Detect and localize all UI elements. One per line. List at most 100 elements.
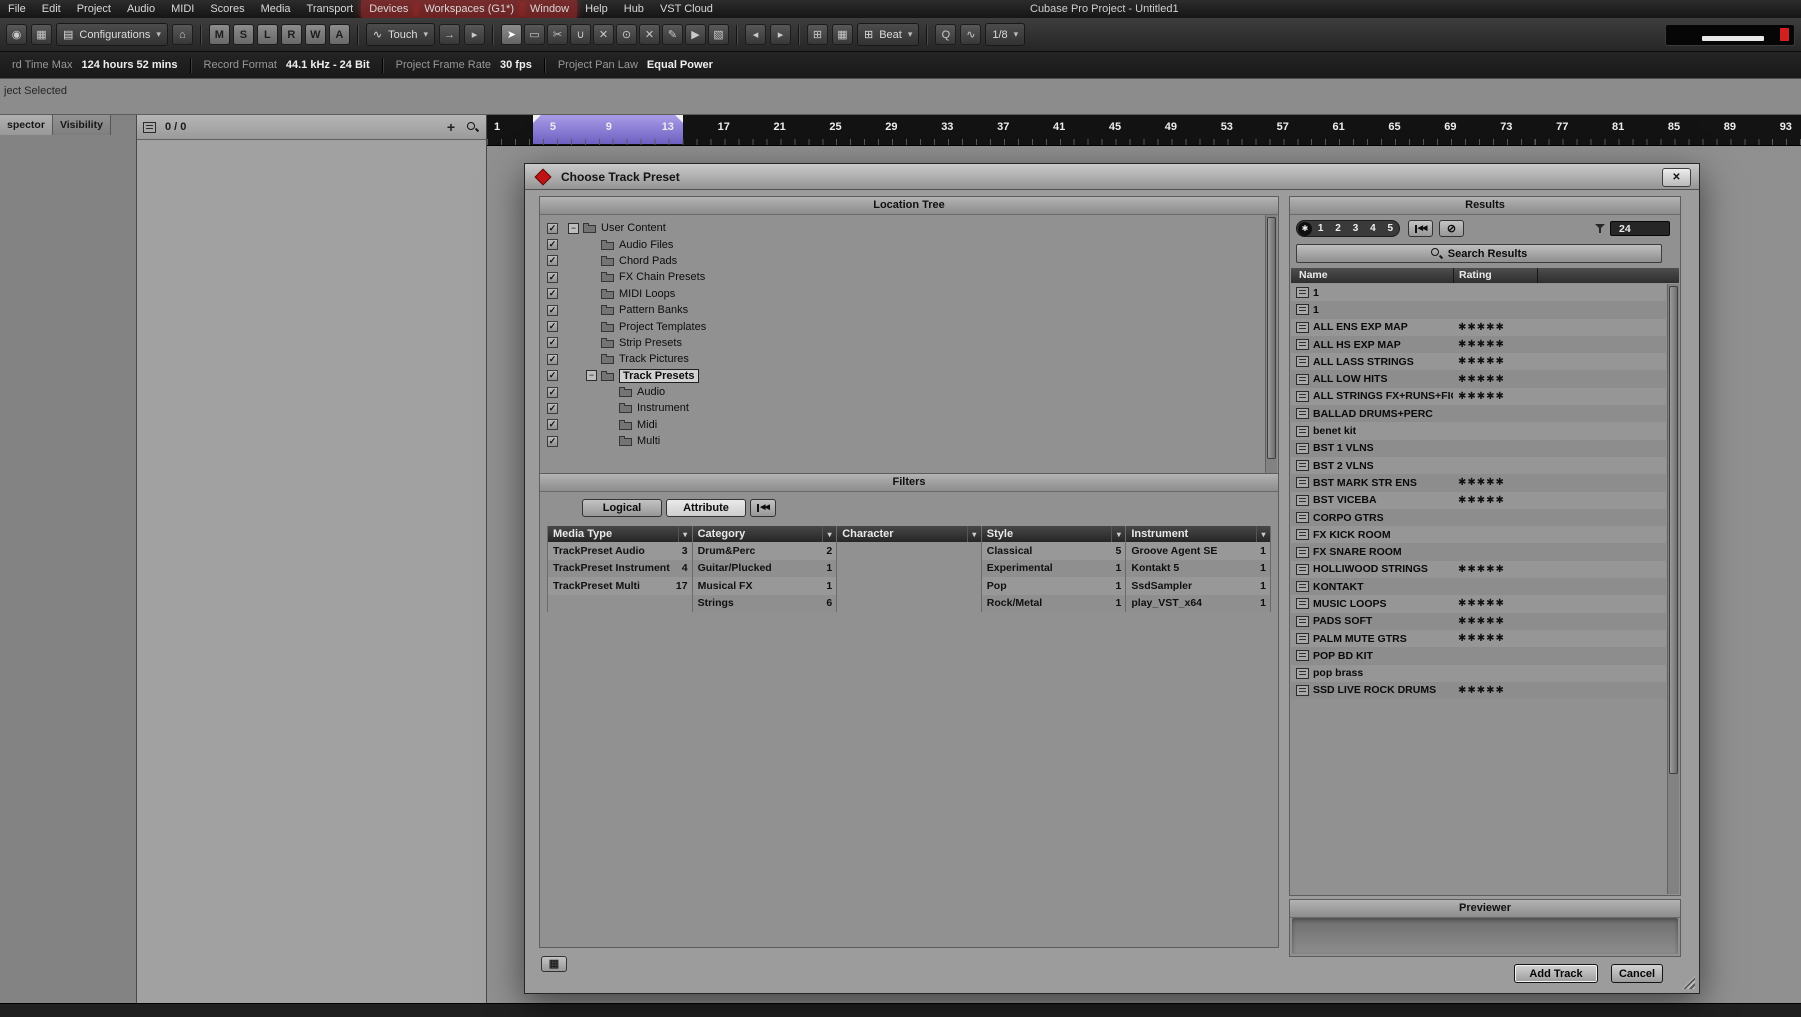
- filter-value-row[interactable]: Pop 1: [981, 577, 1126, 595]
- tree-item-instrument[interactable]: ✓ Instrument: [541, 400, 1264, 416]
- filter-column-header[interactable]: Style ▾: [981, 526, 1126, 542]
- rating-5-button[interactable]: 5: [1387, 223, 1393, 234]
- filter-value-row[interactable]: TrackPreset Multi 17: [548, 577, 692, 595]
- tree-item-midi-loops[interactable]: ✓ MIDI Loops: [541, 286, 1264, 302]
- rating-3-button[interactable]: 3: [1353, 223, 1359, 234]
- checkbox[interactable]: ✓: [547, 288, 558, 300]
- checkbox[interactable]: ✓: [547, 239, 558, 251]
- menu-item-midi[interactable]: MIDI: [163, 0, 202, 18]
- collapse-icon[interactable]: −: [586, 370, 597, 382]
- result-row[interactable]: PALM MUTE GTRS ✱✱✱✱✱: [1291, 629, 1666, 648]
- tab-spector[interactable]: spector: [0, 115, 53, 135]
- result-row[interactable]: BST 1 VLNS: [1291, 439, 1666, 457]
- checkbox[interactable]: ✓: [547, 321, 558, 333]
- tree-item-audio-files[interactable]: ✓ Audio Files: [541, 236, 1264, 252]
- state-button-a[interactable]: A: [328, 24, 350, 45]
- collapse-icon[interactable]: −: [568, 222, 579, 234]
- tree-item-track-presets[interactable]: ✓ − Track Presets: [541, 368, 1264, 384]
- scrollbar-thumb[interactable]: [1267, 217, 1276, 459]
- menu-item-scores[interactable]: Scores: [202, 0, 252, 18]
- chevron-down-icon[interactable]: ▾: [1255, 526, 1270, 542]
- add-track-icon[interactable]: +: [447, 119, 455, 135]
- menu-item-workspaces-g1[interactable]: Workspaces (G1*): [416, 0, 522, 18]
- filter-value-row[interactable]: TrackPreset Instrument 4: [548, 559, 692, 577]
- result-row[interactable]: benet kit: [1291, 422, 1666, 440]
- menu-item-devices[interactable]: Devices: [361, 0, 417, 18]
- attribute-tab-button[interactable]: Attribute: [666, 499, 746, 517]
- result-row[interactable]: ALL LASS STRINGS ✱✱✱✱✱: [1291, 353, 1666, 371]
- iterative-quantize-button[interactable]: ∿: [960, 24, 982, 45]
- mute-tool-button[interactable]: ✕: [638, 24, 660, 45]
- menu-item-help[interactable]: Help: [577, 0, 616, 18]
- split-tool-button[interactable]: ✂: [546, 24, 568, 45]
- configurations-dropdown[interactable]: ▤ Configurations ▾: [56, 23, 168, 46]
- snap-type-button[interactable]: ▦: [831, 24, 853, 45]
- play-tool-button[interactable]: ▶: [684, 24, 706, 45]
- result-row[interactable]: KONTAKT: [1291, 578, 1666, 596]
- filter-value-row[interactable]: Strings 6: [692, 594, 837, 612]
- result-row[interactable]: BST VICEBA ✱✱✱✱✱: [1291, 491, 1666, 509]
- checkbox[interactable]: ✓: [547, 304, 558, 316]
- search-tracks-icon[interactable]: [467, 121, 478, 133]
- setup-toolbar-button[interactable]: ▦: [31, 24, 52, 45]
- view-mode-button[interactable]: ▦: [541, 956, 567, 972]
- filter-value-row[interactable]: SsdSampler 1: [1126, 577, 1270, 595]
- automation-mode-dropdown[interactable]: ∿ Touch ▾: [365, 23, 435, 46]
- result-row[interactable]: FX KICK ROOM: [1291, 526, 1666, 544]
- rating-2-button[interactable]: 2: [1335, 223, 1341, 234]
- state-button-l[interactable]: L: [256, 24, 278, 45]
- state-button-w[interactable]: W: [304, 24, 326, 45]
- draw-tool-button[interactable]: ✎: [661, 24, 683, 45]
- chevron-down-icon[interactable]: ▾: [677, 526, 692, 542]
- result-row[interactable]: MUSIC LOOPS ✱✱✱✱✱: [1291, 595, 1666, 613]
- result-row[interactable]: CORPO GTRS: [1291, 508, 1666, 527]
- erase-tool-button[interactable]: ✕: [592, 24, 614, 45]
- checkbox[interactable]: ✓: [547, 402, 558, 414]
- result-row[interactable]: BST 2 VLNS: [1291, 456, 1666, 475]
- filter-value-row[interactable]: play_VST_x64 1: [1126, 594, 1270, 612]
- column-header-rating[interactable]: Rating: [1459, 269, 1492, 281]
- rating-4-button[interactable]: 4: [1370, 223, 1376, 234]
- checkbox[interactable]: ✓: [547, 271, 558, 283]
- add-track-button[interactable]: Add Track: [1514, 964, 1598, 983]
- result-row[interactable]: ALL HS EXP MAP ✱✱✱✱✱: [1291, 335, 1666, 354]
- rating-1-button[interactable]: 1: [1318, 223, 1324, 234]
- snap-on-off-button[interactable]: ⊞: [806, 24, 828, 45]
- result-row[interactable]: FX SNARE ROOM: [1291, 543, 1666, 561]
- state-button-m[interactable]: M: [208, 24, 230, 45]
- cancel-button[interactable]: Cancel: [1611, 964, 1663, 983]
- result-row[interactable]: SSD LIVE ROCK DRUMS ✱✱✱✱✱: [1291, 681, 1666, 700]
- horizontal-scrollbar[interactable]: [0, 1003, 1801, 1017]
- checkbox[interactable]: ✓: [547, 353, 558, 365]
- filter-column-header[interactable]: Media Type ▾: [548, 526, 692, 542]
- dialog-title-bar[interactable]: Choose Track Preset ✕: [525, 164, 1699, 190]
- tree-item-midi[interactable]: ✓ Midi: [541, 417, 1264, 433]
- chevron-down-icon[interactable]: ▾: [966, 526, 981, 542]
- left-locator-icon[interactable]: [533, 115, 541, 123]
- checkbox[interactable]: ✓: [547, 255, 558, 267]
- menu-item-vst-cloud[interactable]: VST Cloud: [652, 0, 721, 18]
- filter-value-row[interactable]: Groove Agent SE 1: [1126, 542, 1270, 560]
- filter-column-header[interactable]: Character ▾: [837, 526, 981, 542]
- resize-grip[interactable]: [1682, 976, 1695, 989]
- location-tree-scrollbar[interactable]: [1265, 215, 1277, 496]
- quantize-button[interactable]: Q: [935, 24, 957, 45]
- color-tool-button[interactable]: ▧: [707, 24, 729, 45]
- result-row[interactable]: BST MARK STR ENS ✱✱✱✱✱: [1291, 474, 1666, 492]
- result-row[interactable]: BALLAD DRUMS+PERC: [1291, 405, 1666, 423]
- reset-rating-button[interactable]: ◀◀: [1408, 220, 1433, 237]
- checkbox[interactable]: ✓: [547, 435, 558, 447]
- tree-item-fx-chain-presets[interactable]: ✓ FX Chain Presets: [541, 269, 1264, 285]
- search-results-button[interactable]: Search Results: [1296, 244, 1662, 263]
- checkbox[interactable]: ✓: [547, 386, 558, 398]
- chevron-down-icon[interactable]: ▾: [1111, 526, 1125, 542]
- tree-item-audio[interactable]: ✓ Audio: [541, 384, 1264, 400]
- filter-value-row[interactable]: Guitar/Plucked 1: [692, 559, 837, 577]
- checkbox[interactable]: ✓: [547, 370, 558, 382]
- filter-column-header[interactable]: Category ▾: [692, 526, 837, 542]
- right-locator-icon[interactable]: [675, 115, 683, 123]
- result-row[interactable]: PADS SOFT ✱✱✱✱✱: [1291, 612, 1666, 630]
- filter-value-row[interactable]: Experimental 1: [981, 559, 1126, 577]
- nudge-right-button[interactable]: ▸: [769, 24, 791, 45]
- tree-item-track-pictures[interactable]: ✓ Track Pictures: [541, 351, 1264, 367]
